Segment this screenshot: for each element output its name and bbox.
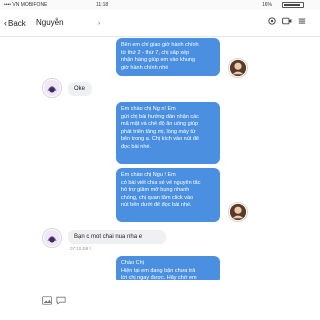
message-line: Chào Chị [121, 260, 144, 266]
back-button[interactable]: ‹Back [4, 16, 26, 31]
message-line: Em chào chị Ngu ! Em [121, 172, 176, 178]
message-line: đọc bài nhé. [121, 143, 151, 150]
message-text: Oke [74, 86, 86, 92]
message-line: phát triển tăng mị, lồng mày từ [121, 128, 196, 135]
bottom-toolbar [0, 280, 320, 320]
message-line: nhận hàng giúp em vào khung [121, 57, 196, 64]
message-line: bên trong ạ. Chị kích vào nút để [121, 136, 199, 143]
call-icon[interactable] [268, 17, 276, 29]
message-line: hỗ trợ giảm mỡ bụng nhanh [121, 187, 190, 194]
chat-icon[interactable] [56, 296, 66, 307]
battery-percent: 16% [262, 2, 273, 8]
message-line: nút bên dưới để đọc bài nhé. [121, 202, 192, 209]
contact-name: Nguyễn [36, 18, 64, 27]
back-label: Back [8, 19, 26, 28]
user-avatar[interactable] [228, 202, 248, 222]
sent-message: Bên em chỉ giao giờ hành chính từ thứ 2 … [116, 38, 220, 76]
status-time: 11:18 [96, 2, 109, 8]
message-text: Bạn c mot chai nua nha e [74, 234, 143, 240]
received-message: Bạn c mot chai nua nha e [68, 230, 166, 244]
message-line: gửi chị bài hướng dẫn nhận các [121, 113, 199, 120]
dropdown-icon[interactable]: › [98, 18, 100, 30]
received-message: Oke [68, 82, 92, 96]
message-line: mã mặt và chế độ ăn uống giúp [121, 121, 199, 128]
message-line: Bên em chỉ giao giờ hành chính [121, 42, 199, 48]
video-icon[interactable] [282, 17, 292, 29]
carrier-label: •••• VN MOBIFONE [4, 2, 48, 8]
chat-header: ‹Back Nguyễn › [0, 10, 320, 37]
message-timestamp: 07:10 Đã t [70, 246, 91, 251]
menu-icon[interactable] [298, 17, 306, 29]
message-line: Em chào chị Ng n! Em [121, 106, 176, 112]
sent-message: Em chào chị Ngu ! Em có bài viết chia sẻ… [116, 168, 220, 222]
status-bar: •••• VN MOBIFONE 11:18 16% [0, 0, 320, 10]
contact-avatar[interactable] [42, 78, 62, 98]
sent-message: Em chào chị Ng n! Em gửi chị bài hướng d… [116, 102, 220, 164]
message-line: từ thứ 2 - thứ 7, chị sắp xếp [121, 49, 190, 56]
message-line: chóng, chị quan tâm click vào [121, 194, 194, 201]
message-line: giờ hành chính nhé [121, 64, 169, 71]
contact-avatar[interactable] [42, 228, 62, 248]
image-icon[interactable] [42, 296, 52, 307]
battery-icon [282, 2, 304, 8]
chevron-left-icon: ‹ [4, 18, 7, 28]
message-line: Hiện tại em đang bận chưa trả [121, 267, 196, 274]
message-line: có bài viết chia sẻ về nguyên tắc [121, 179, 201, 186]
user-avatar[interactable] [228, 58, 248, 78]
